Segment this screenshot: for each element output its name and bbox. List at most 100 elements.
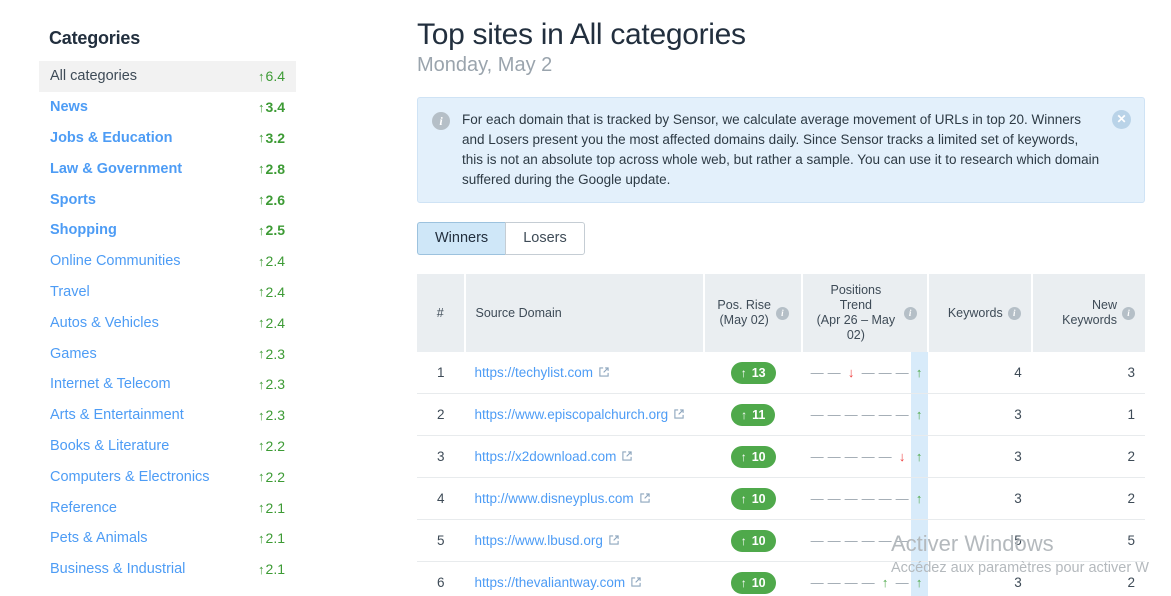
row-source-domain: https://www.episcopalchurch.org (464, 393, 705, 436)
row-rank: 1 (417, 352, 465, 394)
domain-link[interactable]: https://thevaliantway.com (475, 575, 626, 590)
info-icon-new-keywords[interactable]: i (1122, 306, 1135, 320)
col-header-positions-trend-label: Positions Trend (830, 283, 882, 312)
sidebar-item-score: ↑ 2.4 (258, 284, 285, 300)
info-banner: i For each domain that is tracked by Sen… (417, 97, 1145, 203)
sidebar-item-reference[interactable]: Reference ↑ 2.1 (39, 492, 296, 523)
sidebar-item-games[interactable]: Games ↑ 2.3 (39, 338, 296, 369)
info-icon-positions-trend[interactable]: i (903, 306, 917, 320)
trend-flat-icon (809, 436, 826, 477)
trend-flat-icon (826, 394, 843, 435)
sidebar-item-pets-animals[interactable]: Pets & Animals ↑ 2.1 (39, 523, 296, 554)
row-rank: 4 (417, 477, 465, 520)
sidebar-item-score: ↑ 2.1 (258, 561, 285, 577)
domain-link[interactable]: https://www.episcopalchurch.org (475, 407, 669, 422)
domain-link[interactable]: https://techylist.com (475, 365, 594, 380)
arrow-up-icon: ↑ (740, 365, 747, 380)
sidebar-item-value: 2.1 (265, 499, 285, 516)
trend-flat-icon (877, 352, 894, 393)
sidebar-item-books-literature[interactable]: Books & Literature ↑ 2.2 (39, 431, 296, 462)
sidebar-item-value: 2.3 (265, 407, 285, 424)
external-link-icon[interactable] (621, 450, 633, 462)
sidebar-item-score: ↑ 2.4 (258, 315, 285, 331)
sidebar-item-value: 2.4 (265, 314, 285, 331)
sidebar-item-value: 2.1 (265, 530, 285, 547)
sidebar-item-shopping[interactable]: Shopping ↑ 2.5 (39, 215, 296, 246)
arrow-up-icon: ↑ (258, 561, 265, 577)
domain-link[interactable]: https://www.lbusd.org (475, 533, 603, 548)
table-row: 3https://x2download.com↑10↓↑32 (417, 435, 1145, 478)
sidebar-item-all-categories[interactable]: All categories ↑ 6.4 (39, 61, 296, 92)
sidebar-item-value: 2.2 (265, 468, 285, 485)
trend-flat-icon (843, 394, 860, 435)
table-body: 1https://techylist.com↑13↓↑432https://ww… (417, 352, 1145, 596)
sidebar-item-value: 2.4 (265, 283, 285, 300)
trend-flat-icon (860, 436, 877, 477)
sidebar-item-value: 3.4 (265, 99, 285, 116)
trend-flat-icon (894, 478, 911, 519)
pos-rise-badge: ↑ 10 (730, 529, 776, 552)
sidebar-item-score: ↑ 2.4 (258, 253, 285, 269)
external-link-icon[interactable] (598, 366, 610, 378)
domain-link[interactable]: https://x2download.com (475, 449, 617, 464)
sidebar-item-news[interactable]: News ↑ 3.4 (39, 92, 296, 123)
pos-rise-badge: ↑ 10 (730, 445, 776, 468)
row-pos-rise: ↑ 11 (704, 393, 803, 436)
row-new-keywords: 5 (1031, 519, 1145, 562)
sidebar-item-score: ↑ 2.3 (258, 346, 285, 362)
sidebar-item-score: ↑ 2.3 (258, 376, 285, 392)
info-banner-text: For each domain that is tracked by Senso… (462, 112, 1100, 187)
sidebar-item-online-communities[interactable]: Online Communities ↑ 2.4 (39, 246, 296, 277)
external-link-icon[interactable] (608, 534, 620, 546)
row-pos-rise: ↑ 10 (704, 435, 803, 478)
sidebar-item-label: Games (50, 345, 97, 362)
sidebar-item-travel[interactable]: Travel ↑ 2.4 (39, 277, 296, 308)
sidebar-item-arts-entertainment[interactable]: Arts & Entertainment ↑ 2.3 (39, 400, 296, 431)
sidebar-item-business-industrial[interactable]: Business & Industrial ↑ 2.1 (39, 554, 296, 585)
sidebar-item-law-government[interactable]: Law & Government ↑ 2.8 (39, 153, 296, 184)
close-icon[interactable]: ✕ (1112, 110, 1131, 129)
trend-flat-icon (860, 562, 877, 596)
arrow-up-icon: ↑ (740, 575, 747, 590)
table-row: 5https://www.lbusd.org↑10↑55 (417, 519, 1145, 562)
col-header-rank[interactable]: # (417, 274, 465, 352)
col-header-new-keywords-label: New Keywords (1062, 298, 1117, 327)
sidebar-item-label: Pets & Animals (50, 530, 148, 547)
sidebar-item-label: Travel (50, 283, 90, 300)
external-link-icon[interactable] (630, 576, 642, 588)
trend-flat-icon (843, 562, 860, 596)
trend-flat-icon (877, 478, 894, 519)
info-icon-keywords[interactable]: i (1007, 306, 1021, 320)
external-link-icon[interactable] (639, 492, 651, 504)
arrow-up-icon: ↑ (258, 192, 265, 208)
sidebar-item-label: Computers & Electronics (50, 468, 210, 485)
tab-losers[interactable]: Losers (505, 222, 585, 255)
row-source-domain: https://thevaliantway.com (464, 561, 705, 596)
external-link-icon[interactable] (673, 408, 685, 420)
sidebar-item-sports[interactable]: Sports ↑ 2.6 (39, 184, 296, 215)
sidebar-item-value: 2.1 (265, 561, 285, 578)
info-icon-pos-rise[interactable]: i (775, 306, 789, 320)
sidebar-item-computers-electronics[interactable]: Computers & Electronics ↑ 2.2 (39, 461, 296, 492)
col-header-positions-trend[interactable]: Positions Trend (Apr 26 – May 02) i (801, 274, 928, 352)
sidebar-item-label: Arts & Entertainment (50, 407, 184, 424)
domain-link[interactable]: http://www.disneyplus.com (475, 491, 634, 506)
pos-rise-value: 10 (751, 491, 766, 506)
row-pos-rise: ↑ 10 (704, 561, 803, 596)
col-header-pos-rise[interactable]: Pos. Rise (May 02) i (703, 274, 803, 352)
row-rank: 2 (417, 393, 465, 436)
sidebar-item-label: Internet & Telecom (50, 376, 171, 393)
col-header-keywords[interactable]: Keywords i (926, 274, 1032, 352)
sidebar-item-jobs-education[interactable]: Jobs & Education ↑ 3.2 (39, 123, 296, 154)
trend-flat-icon (877, 394, 894, 435)
col-header-new-keywords[interactable]: New Keywords i (1030, 274, 1145, 352)
trend-flat-icon (860, 394, 877, 435)
col-header-pos-rise-sublabel: (May 02) (719, 313, 769, 327)
col-header-source-domain[interactable]: Source Domain (463, 274, 705, 352)
tab-winners[interactable]: Winners (417, 222, 506, 255)
sidebar-item-autos-vehicles[interactable]: Autos & Vehicles ↑ 2.4 (39, 307, 296, 338)
sidebar-item-value: 2.6 (265, 191, 285, 208)
row-source-domain: https://x2download.com (464, 435, 705, 478)
sidebar-item-internet-telecom[interactable]: Internet & Telecom ↑ 2.3 (39, 369, 296, 400)
row-positions-trend: ↑↑ (802, 561, 928, 596)
